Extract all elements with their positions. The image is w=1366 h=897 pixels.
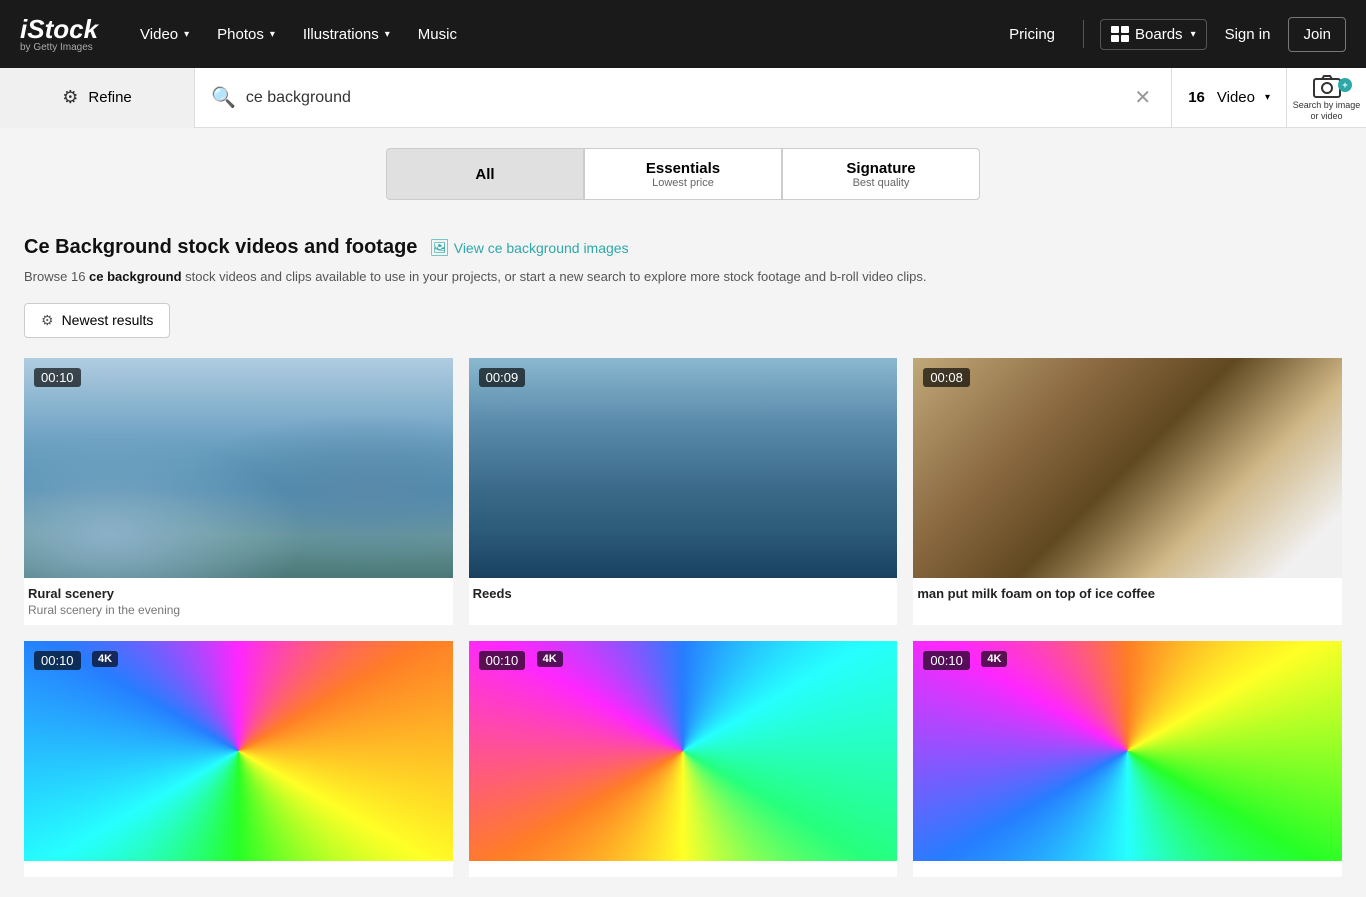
thumbnail-image xyxy=(913,358,1342,578)
video-card[interactable]: 00:10 4K xyxy=(913,641,1342,877)
tab-essentials-sub: Lowest price xyxy=(652,177,714,189)
video-info: man put milk foam on top of ice coffee xyxy=(913,578,1342,611)
video-card[interactable]: 00:10 4K xyxy=(24,641,453,877)
tab-signature-sub: Best quality xyxy=(853,177,910,189)
video-duration: 00:10 xyxy=(34,651,81,670)
logo-subtext: by Getty Images xyxy=(20,42,98,53)
chevron-down-icon: ▾ xyxy=(1265,92,1270,103)
video-duration: 00:08 xyxy=(923,368,970,387)
view-images-link[interactable]: 🖼 View ce background images xyxy=(429,238,628,258)
refine-label: Refine xyxy=(88,89,131,106)
pricing-link[interactable]: Pricing xyxy=(997,18,1067,51)
tab-essentials[interactable]: Essentials Lowest price xyxy=(584,148,782,200)
video-title: Reeds xyxy=(473,586,894,601)
thumbnail-image xyxy=(24,358,453,578)
video-info: Rural scenery Rural scenery in the eveni… xyxy=(24,578,453,625)
chevron-down-icon: ▾ xyxy=(385,29,390,40)
video-title: man put milk foam on top of ice coffee xyxy=(917,586,1338,601)
sort-button[interactable]: ⚙ Newest results xyxy=(24,303,170,338)
description-text: Browse 16 ce background stock videos and… xyxy=(24,267,1342,287)
video-thumbnail: 00:10 4K xyxy=(469,641,898,861)
video-card[interactable]: 00:10 4K xyxy=(469,641,898,877)
camera-icon xyxy=(1313,74,1341,98)
video-thumbnail: 00:08 xyxy=(913,358,1342,578)
header-right: Pricing Boards ▾ Sign in Join xyxy=(997,17,1346,52)
sort-icon: ⚙ xyxy=(41,312,54,329)
page-title: Ce Background stock videos and footage xyxy=(24,236,417,259)
filter-tabs: All Essentials Lowest price Signature Be… xyxy=(0,128,1366,216)
plus-badge: + xyxy=(1338,78,1352,92)
search-by-image-button[interactable]: + Search by image or video xyxy=(1286,68,1366,128)
sliders-icon: ⚙ xyxy=(62,87,78,108)
video-info: Reeds xyxy=(469,578,898,611)
boards-label: Boards xyxy=(1135,26,1183,43)
video-grid: 00:10 Rural scenery Rural scenery in the… xyxy=(24,358,1342,877)
video-card[interactable]: 00:08 man put milk foam on top of ice co… xyxy=(913,358,1342,625)
tab-signature[interactable]: Signature Best quality xyxy=(782,148,980,200)
filter-type-button[interactable]: 16 Video ▾ xyxy=(1171,68,1286,128)
divider xyxy=(1083,20,1084,48)
video-thumbnail: 00:09 xyxy=(469,358,898,578)
search-input[interactable] xyxy=(246,89,1121,107)
tab-all-label: All xyxy=(475,166,494,183)
thumbnail-image xyxy=(469,358,898,578)
search-input-area: 🔍 ✕ xyxy=(195,81,1171,114)
video-card[interactable]: 00:09 Reeds xyxy=(469,358,898,625)
video-duration: 00:09 xyxy=(479,368,526,387)
image-icon: 🖼 xyxy=(429,238,449,258)
boards-icon xyxy=(1111,26,1129,42)
signin-button[interactable]: Sign in xyxy=(1215,18,1281,51)
video-thumbnail: 00:10 4K xyxy=(913,641,1342,861)
nav-illustrations[interactable]: Illustrations ▾ xyxy=(291,18,402,51)
video-title: Rural scenery xyxy=(28,586,449,601)
search-icon: 🔍 xyxy=(211,85,236,110)
logo-text: iStock xyxy=(20,16,98,42)
result-count: 16 xyxy=(1188,89,1205,106)
view-images-label: View ce background images xyxy=(454,240,629,256)
tab-all[interactable]: All xyxy=(386,148,584,200)
search-term-bold: ce background xyxy=(89,269,181,284)
video-info xyxy=(24,861,453,877)
sort-label: Newest results xyxy=(62,312,154,328)
video-4k-badge: 4K xyxy=(537,651,563,667)
chevron-down-icon: ▾ xyxy=(184,29,189,40)
video-duration: 00:10 xyxy=(479,651,526,670)
boards-button[interactable]: Boards ▾ xyxy=(1100,19,1207,50)
video-duration: 00:10 xyxy=(923,651,970,670)
chevron-down-icon: ▾ xyxy=(270,29,275,40)
tab-essentials-label: Essentials xyxy=(646,160,720,177)
video-card[interactable]: 00:10 Rural scenery Rural scenery in the… xyxy=(24,358,453,625)
video-thumbnail: 00:10 4K xyxy=(24,641,453,861)
nav-photos[interactable]: Photos ▾ xyxy=(205,18,287,51)
video-subtitle: Rural scenery in the evening xyxy=(28,603,449,617)
sort-row: ⚙ Newest results xyxy=(24,303,1342,338)
nav-music[interactable]: Music xyxy=(406,18,469,51)
clear-search-button[interactable]: ✕ xyxy=(1130,81,1155,114)
thumbnail-image xyxy=(469,641,898,861)
video-thumbnail: 00:10 xyxy=(24,358,453,578)
tab-signature-label: Signature xyxy=(846,160,915,177)
main-nav: Video ▾ Photos ▾ Illustrations ▾ Music xyxy=(128,18,997,51)
search-bar: ⚙ Refine 🔍 ✕ 16 Video ▾ + Search by imag… xyxy=(0,68,1366,128)
join-button[interactable]: Join xyxy=(1288,17,1346,52)
main-content: Ce Background stock videos and footage 🖼… xyxy=(0,216,1366,897)
video-info xyxy=(469,861,898,877)
thumbnail-image xyxy=(24,641,453,861)
filter-type-label: Video xyxy=(1217,89,1255,106)
refine-button[interactable]: ⚙ Refine xyxy=(0,68,195,128)
thumbnail-image xyxy=(913,641,1342,861)
video-4k-badge: 4K xyxy=(92,651,118,667)
video-duration: 00:10 xyxy=(34,368,81,387)
nav-video[interactable]: Video ▾ xyxy=(128,18,201,51)
video-info xyxy=(913,861,1342,877)
logo[interactable]: iStock by Getty Images xyxy=(20,16,98,53)
chevron-down-icon: ▾ xyxy=(1191,29,1196,40)
page-heading: Ce Background stock videos and footage 🖼… xyxy=(24,236,1342,259)
search-by-label: Search by image or video xyxy=(1292,100,1362,122)
header: iStock by Getty Images Video ▾ Photos ▾ … xyxy=(0,0,1366,68)
video-4k-badge: 4K xyxy=(981,651,1007,667)
